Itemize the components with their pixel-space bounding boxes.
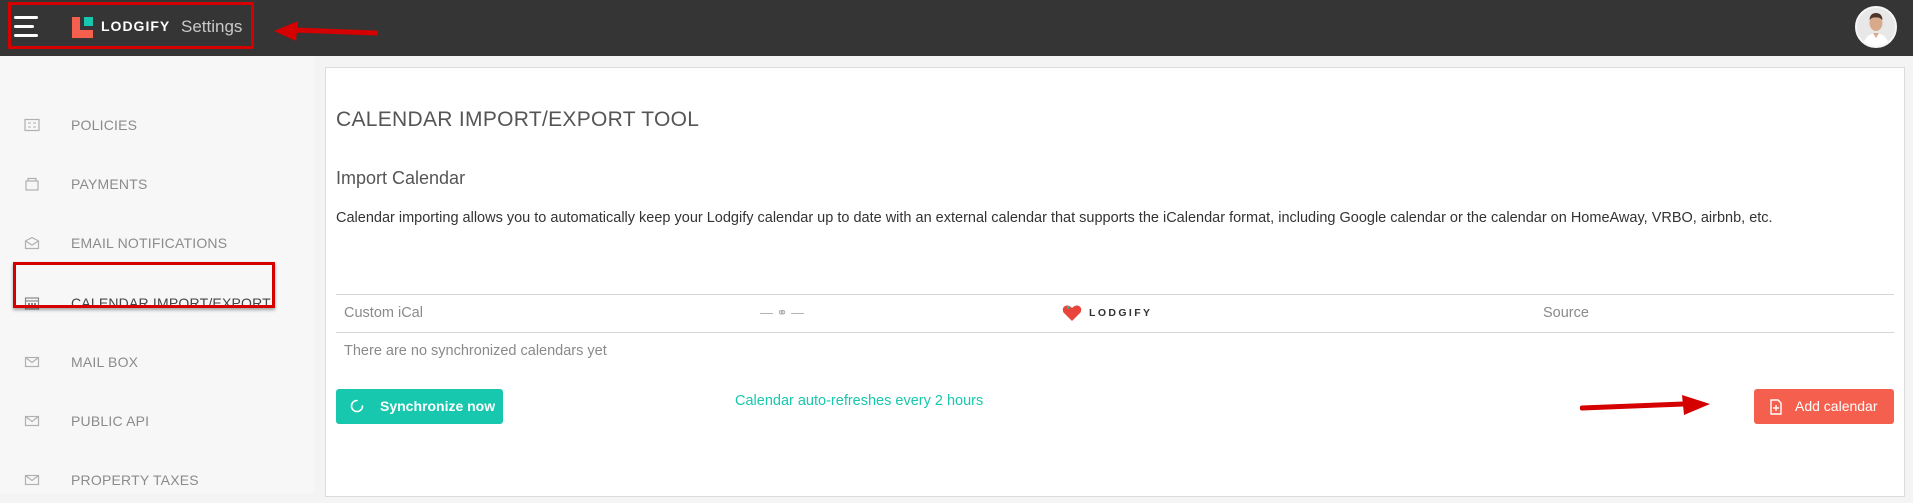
mailbox-icon	[24, 356, 40, 368]
sidebar-item-policies[interactable]: POLICIES	[0, 104, 314, 148]
email-icon	[24, 236, 40, 250]
column-header-custom-ical: Custom iCal	[344, 305, 423, 321]
import-description: Calendar importing allows you to automat…	[336, 210, 1773, 226]
taxes-icon	[24, 474, 40, 486]
link-icon: — ⚭ —	[760, 305, 805, 320]
sidebar-item-label: PAYMENTS	[71, 176, 148, 192]
lodgify-heart-icon	[1062, 305, 1082, 321]
policies-icon	[24, 118, 40, 132]
payments-icon	[25, 177, 39, 191]
auto-refresh-notice: Calendar auto-refreshes every 2 hours	[735, 393, 984, 409]
sidebar-item-label: MAIL BOX	[71, 354, 139, 370]
add-calendar-label: Add calendar	[1795, 398, 1878, 414]
column-header-source: Source	[1543, 305, 1589, 321]
annotation-arrow-header	[274, 21, 378, 41]
api-icon	[24, 415, 40, 427]
add-file-icon	[1770, 399, 1782, 415]
refresh-icon	[350, 399, 364, 413]
sidebar-item-label: EMAIL NOTIFICATIONS	[71, 235, 228, 251]
empty-table-message: There are no synchronized calendars yet	[344, 343, 607, 359]
annotation-arrow-add-calendar	[1580, 395, 1710, 415]
lodgify-column-logo: LODGIFY	[1062, 304, 1172, 324]
sidebar-item-label: POLICIES	[71, 117, 138, 133]
table-top-border	[336, 294, 1894, 295]
sidebar-item-payments[interactable]: PAYMENTS	[0, 163, 314, 207]
synchronize-now-label: Synchronize now	[380, 398, 496, 414]
tool-title: CALENDAR IMPORT/EXPORT TOOL	[336, 108, 700, 131]
add-calendar-button[interactable]: Add calendar	[1754, 389, 1894, 424]
annotation-highlight-header	[8, 2, 254, 49]
sidebar-item-mail-box[interactable]: MAIL BOX	[0, 341, 314, 385]
table-header-border	[336, 332, 1894, 333]
sidebar-item-public-api[interactable]: PUBLIC API	[0, 400, 314, 444]
sidebar-item-label: PUBLIC API	[71, 413, 150, 429]
sidebar-item-property-taxes[interactable]: PROPERTY TAXES	[0, 459, 314, 503]
sidebar-item-label: PROPERTY TAXES	[71, 472, 199, 488]
sidebar-item-email-notifications[interactable]: EMAIL NOTIFICATIONS	[0, 222, 314, 266]
import-calendar-heading: Import Calendar	[336, 168, 466, 188]
user-avatar[interactable]	[1855, 6, 1897, 48]
lodgify-column-label: LODGIFY	[1089, 307, 1153, 319]
annotation-highlight-sidebar	[13, 262, 275, 308]
synchronize-now-button[interactable]: Synchronize now	[336, 389, 503, 424]
